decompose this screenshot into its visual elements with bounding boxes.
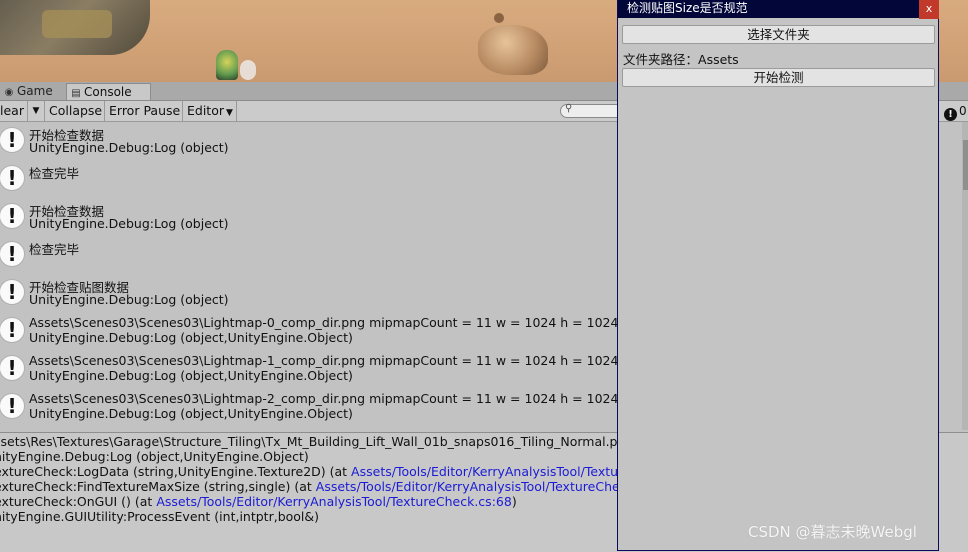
log-message: Assets\Scenes03\Scenes03\Lightmap-2_comp… [29, 391, 619, 406]
stacktrace-text: ) [511, 494, 517, 509]
stacktrace-line: extureCheck:FindTextureMaxSize (string,s… [0, 479, 655, 494]
error-pause-toggle[interactable]: Error Pause [105, 101, 183, 121]
info-icon: ! [0, 355, 25, 381]
log-message: Assets\Scenes03\Scenes03\Lightmap-0_comp… [29, 315, 619, 330]
log-scrollbar-thumb[interactable] [963, 140, 968, 190]
collapse-toggle[interactable]: Collapse [45, 101, 105, 121]
log-message: 检查完毕 [29, 242, 80, 257]
info-icon: ! [0, 393, 25, 419]
texture-check-window[interactable]: 检测贴图Size是否规范 x 选择文件夹 文件夹路径：Assets 开始检测 [617, 0, 939, 551]
log-stack: UnityEngine.Debug:Log (object,UnityEngin… [29, 368, 353, 383]
log-stack: UnityEngine.Debug:Log (object) [29, 292, 229, 307]
log-message: Assets\Scenes03\Scenes03\Lightmap-1_comp… [29, 353, 619, 368]
stacktrace-text: extureCheck:FindTextureMaxSize (string,s… [0, 479, 316, 494]
stacktrace-line: ssets\Res\Textures\Garage\Structure_Tili… [0, 434, 661, 449]
info-icon: ! [944, 108, 957, 121]
stacktrace-link[interactable]: Assets/Tools/Editor/KerryAnalysisTool/Te… [316, 479, 656, 494]
scene-vehicle-detail [42, 10, 112, 38]
folder-path: 文件夹路径：Assets [623, 49, 739, 68]
clear-dropdown[interactable]: ▼ [28, 101, 45, 121]
stacktrace-text: extureCheck:LogData (string,UnityEngine.… [0, 464, 352, 479]
log-stack: UnityEngine.Debug:Log (object,UnityEngin… [29, 330, 353, 345]
chevron-down-icon: ▼ [226, 108, 233, 118]
tab-game[interactable]: ◉ Game [0, 83, 64, 100]
stacktrace-line: extureCheck:LogData (string,UnityEngine.… [0, 464, 662, 479]
log-stack: UnityEngine.Debug:Log (object,UnityEngin… [29, 406, 353, 421]
folder-path-label: 文件夹路径： [623, 52, 699, 67]
close-button[interactable]: x [919, 0, 939, 19]
tab-console-label: Console [84, 85, 132, 99]
window-title: 检测贴图Size是否规范 [627, 1, 748, 15]
stacktrace-line: extureCheck:OnGUI () (at Assets/Tools/Ed… [0, 494, 517, 509]
start-check-button[interactable]: 开始检测 [622, 68, 935, 87]
stacktrace-link[interactable]: Assets/Tools/Editor/KerryAnalysisTool/Te… [351, 464, 662, 479]
editor-dropdown-label: Editor [187, 103, 224, 118]
scene-rock-small [494, 13, 504, 23]
close-icon: x [925, 2, 933, 15]
stacktrace-line: nityEngine.GUIUtility:ProcessEvent (int,… [0, 509, 320, 524]
log-message: 检查完毕 [29, 166, 80, 181]
info-icon: ! [0, 279, 25, 305]
scene-rock [478, 25, 548, 75]
log-stack: UnityEngine.Debug:Log (object) [29, 140, 229, 155]
clear-button[interactable]: lear [0, 101, 28, 121]
log-stack: UnityEngine.Debug:Log (object) [29, 216, 229, 231]
select-folder-button[interactable]: 选择文件夹 [622, 25, 935, 44]
gamepad-icon: ◉ [4, 87, 14, 98]
info-icon: ! [0, 317, 25, 343]
scene-character-accessory [240, 60, 256, 80]
scene-character [216, 50, 238, 80]
folder-path-value: Assets [698, 52, 739, 67]
window-titlebar[interactable]: 检测贴图Size是否规范 x [618, 0, 939, 19]
editor-dropdown[interactable]: Editor ▼ [183, 101, 237, 121]
tab-console[interactable]: ▤ Console [66, 83, 151, 100]
info-icon: ! [0, 165, 25, 191]
chevron-down-icon: ▼ [32, 106, 40, 116]
message-counter-toggle[interactable]: ! 0 [944, 103, 967, 121]
console-icon: ▤ [71, 88, 81, 99]
info-icon: ! [0, 203, 25, 229]
search-icon: ⚲ [565, 103, 573, 114]
stacktrace-line: nityEngine.Debug:Log (object,UnityEngine… [0, 449, 309, 464]
info-icon: ! [0, 127, 25, 153]
stacktrace-text: extureCheck:OnGUI () (at [0, 494, 157, 509]
message-count: 0 [959, 104, 967, 118]
watermark: CSDN @暮志未晚Webgl [748, 523, 917, 541]
log-scrollbar[interactable] [962, 122, 968, 430]
info-icon: ! [0, 241, 25, 267]
tab-game-label: Game [17, 84, 53, 98]
stacktrace-link[interactable]: Assets/Tools/Editor/KerryAnalysisTool/Te… [156, 494, 512, 509]
